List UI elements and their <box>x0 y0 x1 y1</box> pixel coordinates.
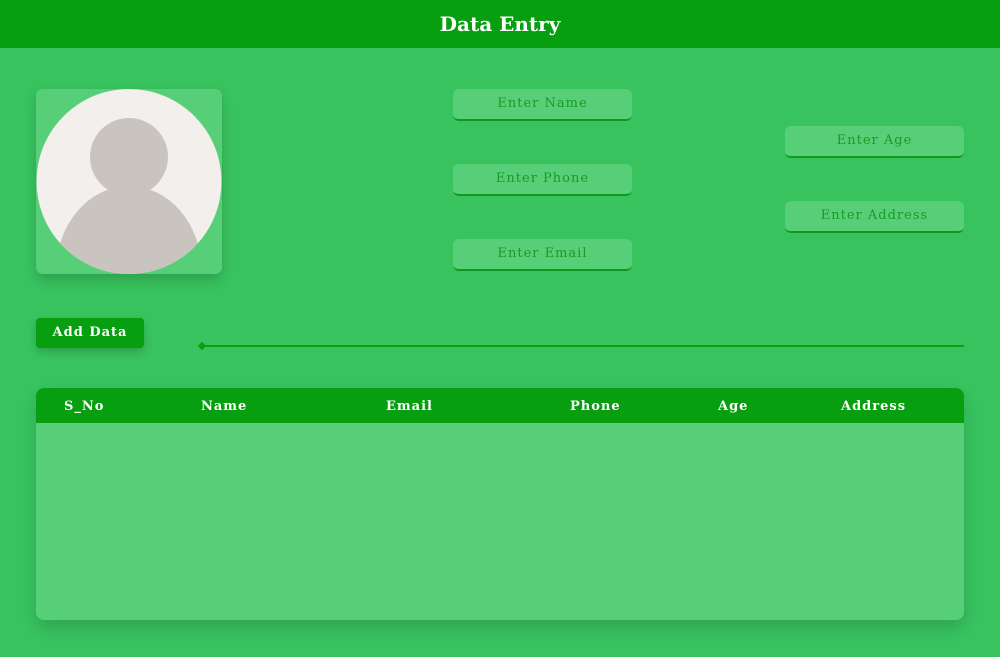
column-header-sno[interactable]: S_No <box>64 388 104 423</box>
name-input[interactable]: Enter Name <box>453 89 632 121</box>
page-title: Data Entry <box>0 0 1000 48</box>
column-header-address[interactable]: Address <box>841 388 906 423</box>
avatar-upload[interactable] <box>36 89 222 274</box>
column-header-name[interactable]: Name <box>201 388 247 423</box>
user-placeholder-icon <box>36 89 222 274</box>
email-input[interactable]: Enter Email <box>453 239 632 271</box>
column-header-age[interactable]: Age <box>718 388 748 423</box>
progress-marker <box>197 341 207 351</box>
phone-input[interactable]: Enter Phone <box>453 164 632 196</box>
data-table: S_No Name Email Phone Age Address <box>36 388 964 620</box>
address-input[interactable]: Enter Address <box>785 201 964 233</box>
column-header-email[interactable]: Email <box>386 388 433 423</box>
age-input[interactable]: Enter Age <box>785 126 964 158</box>
progress-line <box>200 345 964 347</box>
table-header: S_No Name Email Phone Age Address <box>36 388 964 423</box>
column-header-phone[interactable]: Phone <box>570 388 621 423</box>
add-data-button[interactable]: Add Data <box>36 318 144 348</box>
